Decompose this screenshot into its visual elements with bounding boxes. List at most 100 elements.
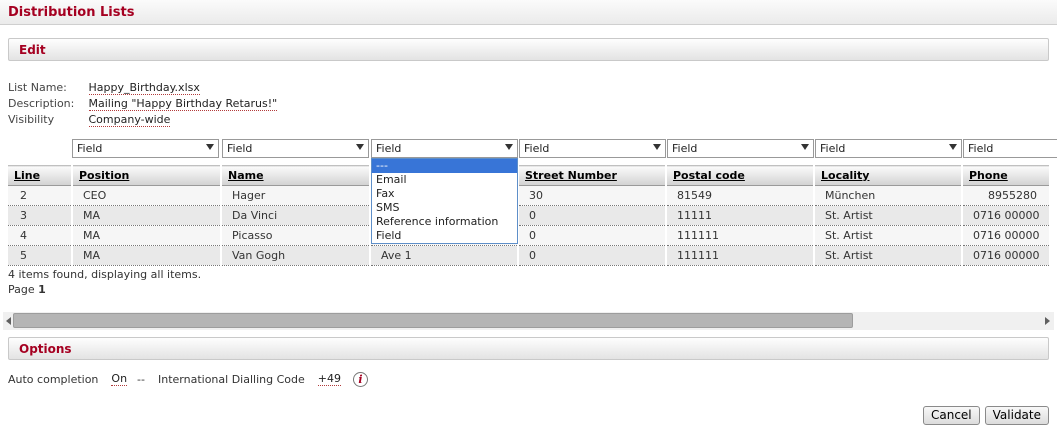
cell-name: Picasso [221,226,370,246]
cell-street-number: 0 [518,226,666,246]
visibility-value[interactable]: Company-wide [89,113,171,127]
cell-name: Hager [221,186,370,206]
field-select-7[interactable]: Field [963,139,1057,158]
cell-line: 4 [8,226,72,246]
dialling-code-value[interactable]: +49 [318,372,341,386]
cell-position: CEO [72,186,221,206]
options-separator: -- [137,373,145,386]
options-section-title: Options [19,342,72,356]
table-row: 3 MA Da Vinci 0 11111 St. Artist 0716 00… [8,206,1049,226]
field-select-4-value: Field [524,142,549,155]
col-header-line[interactable]: Line [8,166,72,186]
cell-street-number: 0 [518,246,666,266]
scroll-right-arrow-icon[interactable] [1041,312,1054,330]
dialling-code-label: International Dialling Code [158,373,305,386]
col-header-postal-code[interactable]: Postal code [666,166,814,186]
pagination: Page 1 [8,283,46,296]
cell-name: Da Vinci [221,206,370,226]
cell-line: 2 [8,186,72,206]
visibility-row: Visibility Company-wide [8,113,170,128]
field-select-3-dropdown: --- Email Fax SMS Reference information … [371,158,518,244]
table-row: 5 MA Van Gogh Ave 1 0 111111 St. Artist … [8,246,1049,266]
dropdown-option-none[interactable]: --- [372,159,517,173]
description-label: Description: [8,97,85,110]
chevron-down-icon [653,144,661,150]
page-number: 1 [38,283,46,296]
col-header-phone[interactable]: Phone [962,166,1049,186]
cell-locality: München [814,186,962,206]
field-select-6-value: Field [820,142,845,155]
cell-locality: St. Artist [814,246,962,266]
cell-name: Van Gogh [221,246,370,266]
dropdown-option-field[interactable]: Field [372,229,517,243]
right-triangle-icon [1045,317,1050,325]
field-select-1[interactable]: Field [72,139,219,158]
left-triangle-icon [6,317,11,325]
cancel-button[interactable]: Cancel [923,406,980,425]
cell-postal-code: 111111 [666,226,814,246]
description-row: Description: Mailing "Happy Birthday Ret… [8,97,277,112]
cell-postal-code: 81549 [666,186,814,206]
cell-position: MA [72,246,221,266]
description-value[interactable]: Mailing "Happy Birthday Retarus!" [89,97,278,111]
horizontal-scrollbar[interactable] [3,312,1054,330]
field-select-2-value: Field [227,142,252,155]
list-name-value[interactable]: Happy_Birthday.xlsx [89,81,200,95]
dropdown-option-sms[interactable]: SMS [372,201,517,215]
action-buttons: Cancel Validate [923,406,1049,425]
cell-phone: 0716 00000 [962,246,1049,266]
dropdown-option-reference-information[interactable]: Reference information [372,215,517,229]
table-header-row: Line Position Name Street Number Postal … [8,166,1049,186]
field-select-4[interactable]: Field [519,139,666,158]
cell-street-number: 30 [518,186,666,206]
chevron-down-icon [801,144,809,150]
col-header-locality[interactable]: Locality [814,166,962,186]
cell-position: MA [72,206,221,226]
field-select-2[interactable]: Field [222,139,369,158]
items-found-status: 4 items found, displaying all items. [8,268,201,281]
list-name-label: List Name: [8,81,85,94]
cell-street-number: 0 [518,206,666,226]
validate-button[interactable]: Validate [985,406,1049,425]
edit-section-title: Edit [19,43,46,57]
table-row: 2 CEO Hager 30 81549 München 8955280 [8,186,1049,206]
page-title: Distribution Lists [8,5,134,20]
chevron-down-icon [949,144,957,150]
field-select-6[interactable]: Field [815,139,962,158]
list-name-row: List Name: Happy_Birthday.xlsx [8,81,200,96]
page-header-band: Distribution Lists [0,0,1057,25]
col-header-street-number[interactable]: Street Number [518,166,666,186]
edit-section-header: Edit [8,38,1049,61]
cell-postal-code: 111111 [666,246,814,266]
distribution-list-table: Line Position Name Street Number Postal … [8,165,1049,266]
chevron-down-icon [505,144,513,150]
cell-phone: 0716 00000 [962,226,1049,246]
visibility-label: Visibility [8,113,85,126]
field-select-3[interactable]: Field [371,139,518,158]
chevron-down-icon [206,144,214,150]
auto-completion-label: Auto completion [8,373,98,386]
cell-line: 5 [8,246,72,266]
col-header-position[interactable]: Position [72,166,221,186]
auto-completion-value[interactable]: On [111,372,127,386]
col-header-name[interactable]: Name [221,166,370,186]
scrollbar-thumb[interactable] [13,313,853,328]
dropdown-option-email[interactable]: Email [372,173,517,187]
cell-postal-code: 11111 [666,206,814,226]
info-icon[interactable]: i [353,372,368,387]
field-select-1-value: Field [77,142,102,155]
cell-position: MA [72,226,221,246]
cell-phone: 8955280 [962,186,1049,206]
field-select-7-value: Field [968,142,993,155]
options-row: Auto completion On -- International Dial… [8,371,368,387]
cell-phone: 0716 00000 [962,206,1049,226]
cell-locality: St. Artist [814,226,962,246]
field-select-5[interactable]: Field [667,139,814,158]
cell-locality: St. Artist [814,206,962,226]
chevron-down-icon [356,144,364,150]
cell-street: Ave 1 [370,246,518,266]
field-select-3-value: Field [376,142,401,155]
options-section-header: Options [8,337,1049,360]
dropdown-option-fax[interactable]: Fax [372,187,517,201]
table-row: 4 MA Picasso 0 111111 St. Artist 0716 00… [8,226,1049,246]
